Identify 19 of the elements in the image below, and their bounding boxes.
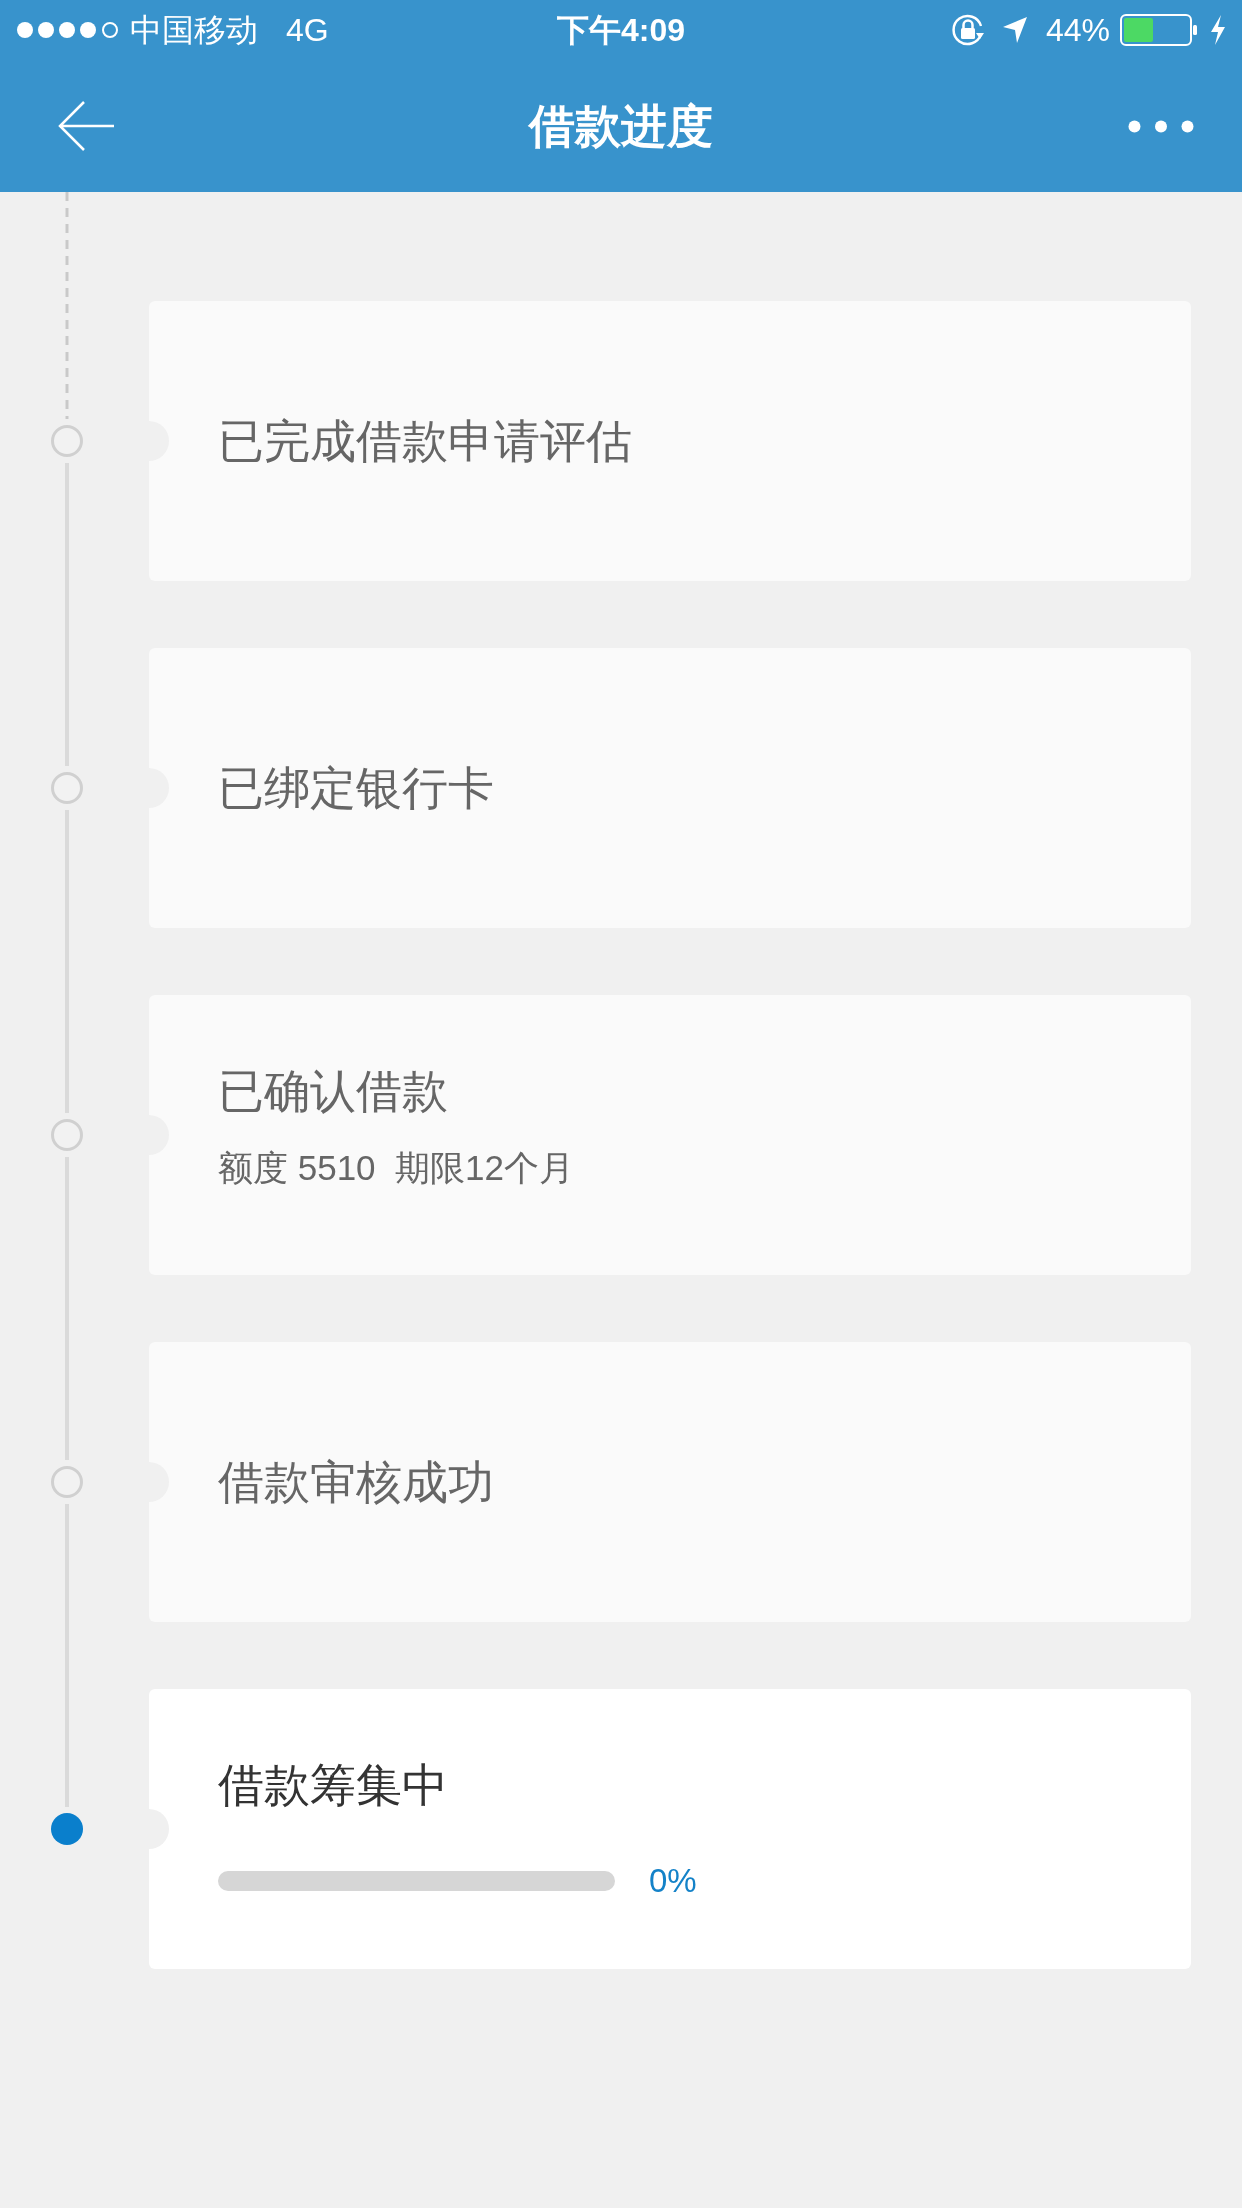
- signal-strength-icon: [16, 21, 120, 39]
- battery-icon: [1120, 14, 1198, 46]
- page-title: 借款进度: [529, 99, 713, 154]
- step-title: 借款筹集中: [218, 1758, 449, 1813]
- progress-percent: 0%: [649, 1861, 697, 1901]
- orientation-lock-icon: [949, 12, 986, 48]
- step-title: 已确认借款: [218, 1064, 449, 1119]
- step-title: 已完成借款申请评估: [218, 414, 632, 469]
- back-arrow-icon: [56, 100, 116, 152]
- battery-percent: 44%: [1045, 11, 1110, 50]
- charging-bolt-icon: [1210, 15, 1226, 45]
- more-dots-icon: [1128, 119, 1194, 133]
- network-type: 4G: [286, 11, 329, 50]
- status-time: 下午4:09: [556, 11, 685, 50]
- step-title: 借款审核成功: [218, 1455, 494, 1510]
- carrier-name: 中国移动: [130, 11, 258, 50]
- location-arrow-icon: [1001, 16, 1028, 44]
- step-title: 已绑定银行卡: [218, 761, 494, 816]
- loan-detail: 额度 5510 期限12个月: [218, 1148, 575, 1188]
